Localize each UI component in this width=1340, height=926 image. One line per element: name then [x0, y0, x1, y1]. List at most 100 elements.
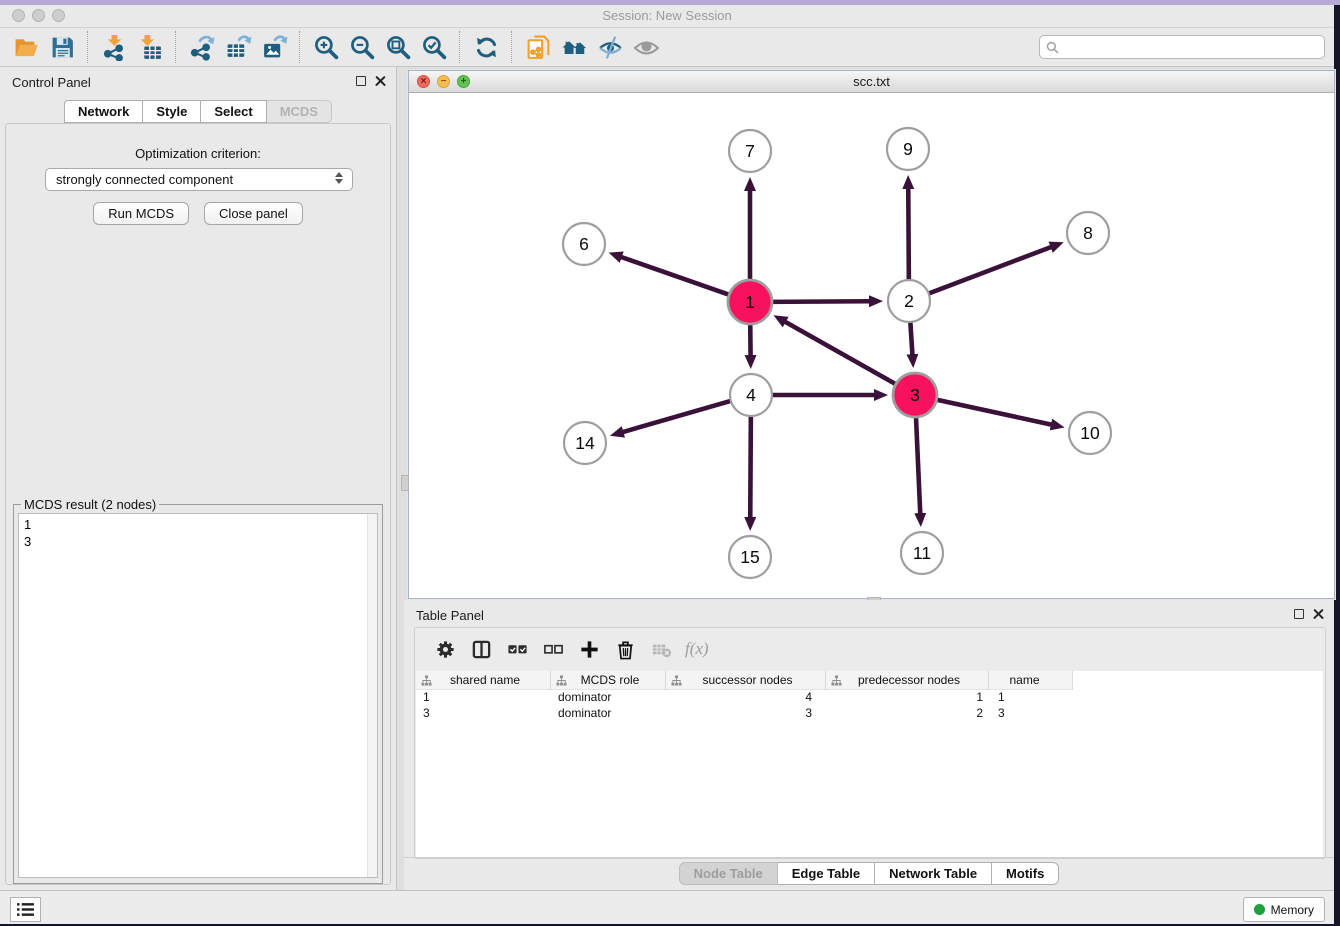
home-layout-button[interactable] [556, 31, 592, 63]
edge-1-2[interactable] [770, 301, 870, 302]
bird-eye-view-button[interactable] [628, 31, 664, 63]
open-folder-icon [13, 34, 40, 61]
graph-node-9[interactable]: 9 [887, 128, 929, 170]
import-network-button[interactable] [96, 31, 132, 63]
graph-node-7[interactable]: 7 [729, 130, 771, 172]
mcds-panel: Optimization criterion: strongly connect… [5, 123, 391, 885]
node-table-header-row: shared nameMCDS rolesuccessor nodesprede… [416, 671, 1323, 690]
table-cell[interactable]: 2 [826, 706, 989, 722]
edge-4-15[interactable] [750, 414, 751, 518]
search-input[interactable] [1064, 39, 1318, 56]
table-cell[interactable]: 3 [666, 706, 826, 722]
export-network-button[interactable] [184, 31, 220, 63]
memory-button[interactable]: Memory [1243, 897, 1325, 922]
delete-table-button[interactable] [643, 634, 679, 664]
graph-node-2[interactable]: 2 [888, 280, 930, 322]
function-builder-button[interactable]: f(x) [685, 639, 709, 659]
refresh-view-button[interactable] [468, 31, 504, 63]
export-table-button[interactable] [220, 31, 256, 63]
table-cell[interactable]: 1 [826, 690, 989, 706]
graph-node-3[interactable]: 3 [893, 373, 937, 417]
search-box [1039, 35, 1325, 59]
network-view-window: × − + scc.txt 7968124314101511 [408, 70, 1335, 599]
edge-2-9[interactable] [908, 188, 909, 282]
zoom-fit-button[interactable] [380, 31, 416, 63]
table-cell[interactable]: dominator [551, 706, 666, 722]
zoom-selected-button[interactable] [416, 31, 452, 63]
graph-node-10[interactable]: 10 [1069, 412, 1111, 454]
graph-node-11[interactable]: 11 [901, 532, 943, 574]
table-row[interactable]: 1dominator411 [416, 690, 1323, 706]
close-panel-icon[interactable] [375, 75, 386, 86]
edge-3-1[interactable] [785, 322, 898, 386]
duplicate-network-button[interactable] [520, 31, 556, 63]
table-cell[interactable]: 1 [416, 690, 551, 706]
trash-icon [615, 639, 636, 660]
mcds-result-text[interactable]: 13 [18, 513, 378, 878]
open-file-button[interactable] [8, 31, 44, 63]
close-panel-button[interactable]: Close panel [204, 202, 303, 225]
tab-style[interactable]: Style [143, 100, 201, 123]
edge-1-6[interactable] [621, 257, 731, 296]
deselect-all-columns-button[interactable] [535, 634, 571, 664]
criterion-select[interactable]: strongly connected component [45, 168, 353, 191]
graph-node-8[interactable]: 8 [1067, 212, 1109, 254]
import-network-icon [101, 34, 128, 61]
edge-3-10[interactable] [935, 399, 1052, 424]
select-all-icon [507, 639, 528, 660]
svg-text:6: 6 [579, 234, 589, 254]
vertical-split-handle[interactable] [401, 475, 409, 491]
edge-2-3[interactable] [910, 320, 912, 355]
import-table-button[interactable] [132, 31, 168, 63]
delete-table-icon [651, 639, 672, 660]
tab-edge-table[interactable]: Edge Table [778, 862, 875, 885]
edge-2-8[interactable] [927, 247, 1052, 294]
edge-4-14[interactable] [622, 400, 732, 432]
run-mcds-button[interactable]: Run MCDS [93, 202, 189, 225]
float-panel-icon[interactable] [356, 76, 366, 86]
deselect-all-icon [543, 639, 564, 660]
close-table-panel-icon[interactable] [1313, 608, 1324, 619]
save-session-button[interactable] [44, 31, 80, 63]
graphics-details-icon [597, 34, 624, 61]
task-history-button[interactable] [10, 897, 41, 922]
gear-icon [435, 639, 456, 660]
graph-node-1[interactable]: 1 [728, 280, 772, 324]
column-header-mcds-role[interactable]: MCDS role [551, 671, 666, 690]
table-options-button[interactable] [427, 634, 463, 664]
network-canvas[interactable]: 7 9 6 8 1 2 4 3 14 10 15 11 [409, 93, 1334, 597]
graph-node-15[interactable]: 15 [729, 536, 771, 578]
tab-network[interactable]: Network [64, 100, 143, 123]
table-cell[interactable]: 3 [989, 706, 1073, 722]
float-table-panel-icon[interactable] [1294, 609, 1304, 619]
column-header-predecessor-nodes[interactable]: predecessor nodes [826, 671, 989, 690]
graph-node-6[interactable]: 6 [563, 223, 605, 265]
tab-motifs[interactable]: Motifs [992, 862, 1059, 885]
table-cell[interactable]: dominator [551, 690, 666, 706]
edge-3-11[interactable] [916, 415, 920, 514]
graph-node-4[interactable]: 4 [730, 374, 772, 416]
eye-icon [633, 34, 660, 61]
table-cell[interactable]: 1 [989, 690, 1073, 706]
table-cell[interactable]: 3 [416, 706, 551, 722]
column-header-name[interactable]: name [989, 671, 1073, 690]
export-image-button[interactable] [256, 31, 292, 63]
result-scrollbar[interactable] [367, 514, 377, 877]
tab-node-table[interactable]: Node Table [679, 862, 778, 885]
tab-network-table[interactable]: Network Table [875, 862, 992, 885]
show-column-button[interactable] [463, 634, 499, 664]
table-cell[interactable]: 4 [666, 690, 826, 706]
tab-mcds[interactable]: MCDS [267, 100, 332, 123]
select-all-columns-button[interactable] [499, 634, 535, 664]
zoom-in-button[interactable] [308, 31, 344, 63]
graph-node-14[interactable]: 14 [564, 422, 606, 464]
toggle-graphics-details-button[interactable] [592, 31, 628, 63]
tab-select[interactable]: Select [201, 100, 266, 123]
column-header-shared-name[interactable]: shared name [416, 671, 551, 690]
table-row[interactable]: 3dominator323 [416, 706, 1323, 722]
table-panel: Table Panel [404, 600, 1334, 890]
column-header-successor-nodes[interactable]: successor nodes [666, 671, 826, 690]
delete-column-button[interactable] [607, 634, 643, 664]
zoom-out-button[interactable] [344, 31, 380, 63]
add-column-button[interactable] [571, 634, 607, 664]
